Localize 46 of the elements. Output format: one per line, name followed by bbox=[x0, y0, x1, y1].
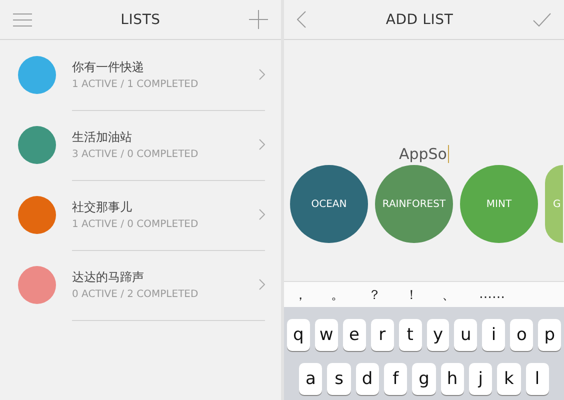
suggestion-candidate[interactable]: ， bbox=[294, 286, 307, 304]
list-summary: 3 ACTIVE / 0 COMPLETED bbox=[72, 149, 200, 160]
keyboard-key[interactable]: l bbox=[526, 363, 549, 395]
chevron-right-icon[interactable] bbox=[259, 279, 265, 290]
suggestion-candidate[interactable]: ？ bbox=[368, 286, 381, 304]
keyboard-key[interactable]: p bbox=[538, 319, 562, 351]
theme-option[interactable]: OCEAN bbox=[290, 165, 368, 243]
keyboard-key[interactable]: a bbox=[299, 363, 322, 395]
keyboard-key[interactable]: f bbox=[384, 363, 408, 395]
chevron-right-icon[interactable] bbox=[259, 69, 265, 80]
menu-icon[interactable] bbox=[13, 12, 32, 26]
keyboard-key[interactable]: o bbox=[510, 319, 534, 351]
plus-icon[interactable] bbox=[248, 10, 268, 29]
list-summary: 1 ACTIVE / 1 COMPLETED bbox=[72, 79, 200, 90]
list-name[interactable]: 达达的马蹄声 bbox=[72, 269, 259, 286]
list-name[interactable]: 你有一件快递 bbox=[72, 59, 259, 76]
keyboard-key[interactable]: s bbox=[327, 363, 351, 395]
list-name-field[interactable]: AppSo bbox=[398, 145, 449, 163]
keyboard-key[interactable]: w bbox=[314, 319, 338, 351]
suggestion-candidate[interactable]: ！ bbox=[405, 286, 418, 304]
screen-title: ADD LIST bbox=[386, 12, 454, 28]
suggestion-candidate[interactable]: …… bbox=[479, 287, 505, 302]
checkmark-icon[interactable] bbox=[532, 12, 551, 26]
list-summary: 1 ACTIVE / 0 COMPLETED bbox=[72, 219, 200, 230]
list-name[interactable]: 生活加油站 bbox=[72, 129, 259, 146]
suggestion-candidate[interactable]: 、 bbox=[442, 286, 455, 304]
keyboard-key[interactable]: j bbox=[468, 363, 492, 395]
keyboard-key[interactable]: g bbox=[412, 363, 436, 395]
chevron-right-icon[interactable] bbox=[259, 209, 265, 220]
keyboard-key[interactable]: t bbox=[398, 319, 422, 351]
keyboard-key[interactable]: y bbox=[426, 319, 450, 351]
list-summary: 0 ACTIVE / 2 COMPLETED bbox=[72, 289, 200, 300]
back-icon[interactable] bbox=[297, 11, 306, 28]
chevron-right-icon[interactable] bbox=[259, 139, 265, 150]
keyboard-key[interactable]: q bbox=[287, 319, 310, 351]
keyboard-key[interactable]: e bbox=[342, 319, 366, 351]
keyboard-key[interactable]: k bbox=[497, 363, 521, 395]
suggestion-candidate[interactable]: 。 bbox=[331, 286, 344, 304]
keyboard-key[interactable]: d bbox=[356, 363, 379, 395]
keyboard-key[interactable]: h bbox=[440, 363, 464, 395]
screen-title: LISTS bbox=[120, 12, 160, 28]
keyboard-key[interactable]: i bbox=[482, 319, 506, 351]
list-name[interactable]: 社交那事儿 bbox=[72, 199, 259, 216]
theme-option[interactable]: RAINFOREST bbox=[375, 165, 453, 243]
keyboard-key[interactable]: r bbox=[370, 319, 394, 351]
keyboard-key[interactable]: u bbox=[454, 319, 478, 351]
